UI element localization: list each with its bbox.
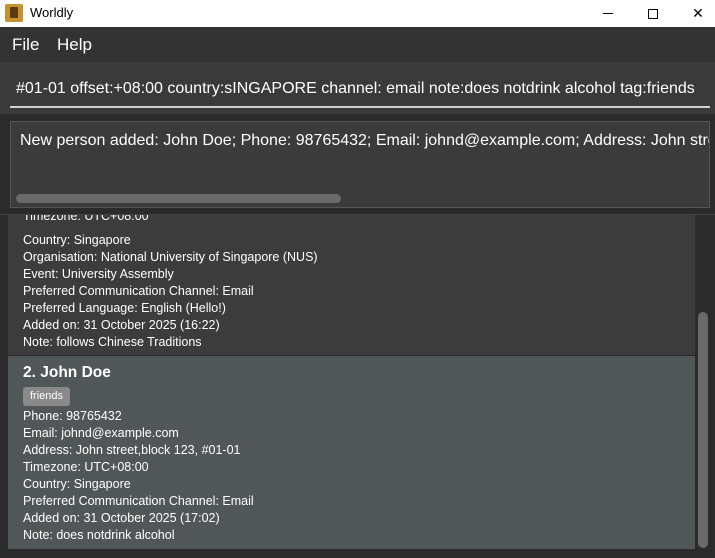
person-timezone: Timezone: UTC+08:00 — [23, 460, 149, 474]
close-icon: ✕ — [692, 5, 704, 21]
menu-bar: File Help — [0, 27, 715, 62]
person-timezone: Timezone: UTC+08:00 — [23, 214, 149, 223]
person-added-on: Added on: 31 October 2025 (16:22) — [23, 318, 220, 332]
person-country: Country: Singapore — [23, 477, 131, 491]
person-tag: friends — [23, 387, 71, 406]
person-card[interactable]: Timezone: UTC+08:00 Country: Singapore O… — [8, 215, 695, 355]
person-note: Note: follows Chinese Traditions — [23, 335, 202, 349]
person-country: Country: Singapore — [23, 233, 131, 247]
menu-file[interactable]: File — [12, 35, 39, 55]
close-button[interactable]: ✕ — [675, 0, 715, 27]
command-box: #01-01 offset:+08:00 country:sINGAPORE c… — [0, 62, 715, 114]
person-address: Address: John street,block 123, #01-01 — [23, 443, 241, 457]
person-email: Email: johnd@example.com — [23, 426, 179, 440]
result-horizontal-scrollbar[interactable] — [16, 194, 341, 203]
list-vertical-scrollbar-thumb[interactable] — [698, 312, 708, 548]
person-phone: Phone: 98765432 — [23, 409, 122, 423]
result-message: New person added: John Doe; Phone: 98765… — [20, 132, 709, 149]
minimize-button[interactable] — [585, 0, 631, 27]
person-card-selected[interactable]: 2. John Doe friends Phone: 98765432 Emai… — [8, 356, 695, 549]
person-channel: Preferred Communication Channel: Email — [23, 284, 254, 298]
menu-help[interactable]: Help — [57, 35, 92, 55]
person-note: Note: does notdrink alcohol — [23, 528, 175, 542]
app-logo-icon — [5, 4, 23, 22]
window-title: Worldly — [30, 5, 74, 20]
maximize-icon — [648, 8, 658, 19]
person-event: Event: University Assembly — [23, 267, 174, 281]
command-input[interactable]: #01-01 offset:+08:00 country:sINGAPORE c… — [10, 72, 710, 108]
window-title-bar: Worldly ✕ — [0, 0, 715, 27]
person-name: 2. John Doe — [23, 364, 111, 381]
person-channel: Preferred Communication Channel: Email — [23, 494, 254, 508]
maximize-button[interactable] — [630, 0, 676, 27]
result-display: New person added: John Doe; Phone: 98765… — [10, 121, 710, 208]
person-organisation: Organisation: National University of Sin… — [23, 250, 318, 264]
person-added-on: Added on: 31 October 2025 (17:02) — [23, 511, 220, 525]
minimize-icon — [603, 13, 613, 14]
person-list-panel: Timezone: UTC+08:00 Country: Singapore O… — [0, 214, 715, 558]
person-language: Preferred Language: English (Hello!) — [23, 301, 226, 315]
